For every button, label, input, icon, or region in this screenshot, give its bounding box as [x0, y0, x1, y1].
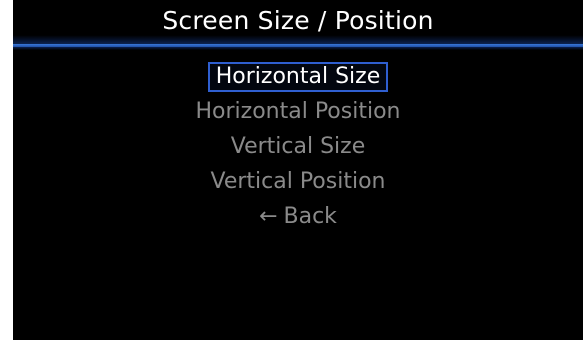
menu-item-horizontal-size[interactable]: Horizontal Size [207, 59, 389, 94]
menu-item-label: Horizontal Size [207, 61, 389, 92]
menu-item-vertical-position[interactable]: Vertical Position [202, 164, 393, 199]
page-title: Screen Size / Position [162, 6, 434, 35]
back-button[interactable]: ← Back [251, 199, 345, 234]
menu-item-label: Vertical Size [230, 133, 366, 159]
header-divider-glow [13, 47, 583, 50]
menu-item-vertical-size[interactable]: Vertical Size [223, 129, 374, 164]
back-label: Back [283, 203, 337, 229]
left-arrow-icon: ← [259, 203, 278, 229]
osd-header: Screen Size / Position [13, 0, 583, 44]
back-button-content: ← Back [251, 202, 345, 232]
menu-item-label: Vertical Position [210, 168, 386, 194]
menu-item-label: Horizontal Position [195, 98, 401, 124]
osd-screen: Screen Size / Position Horizontal Size H… [13, 0, 583, 340]
menu-item-horizontal-position[interactable]: Horizontal Position [188, 94, 409, 129]
osd-menu: Horizontal Size Horizontal Position Vert… [13, 59, 583, 234]
